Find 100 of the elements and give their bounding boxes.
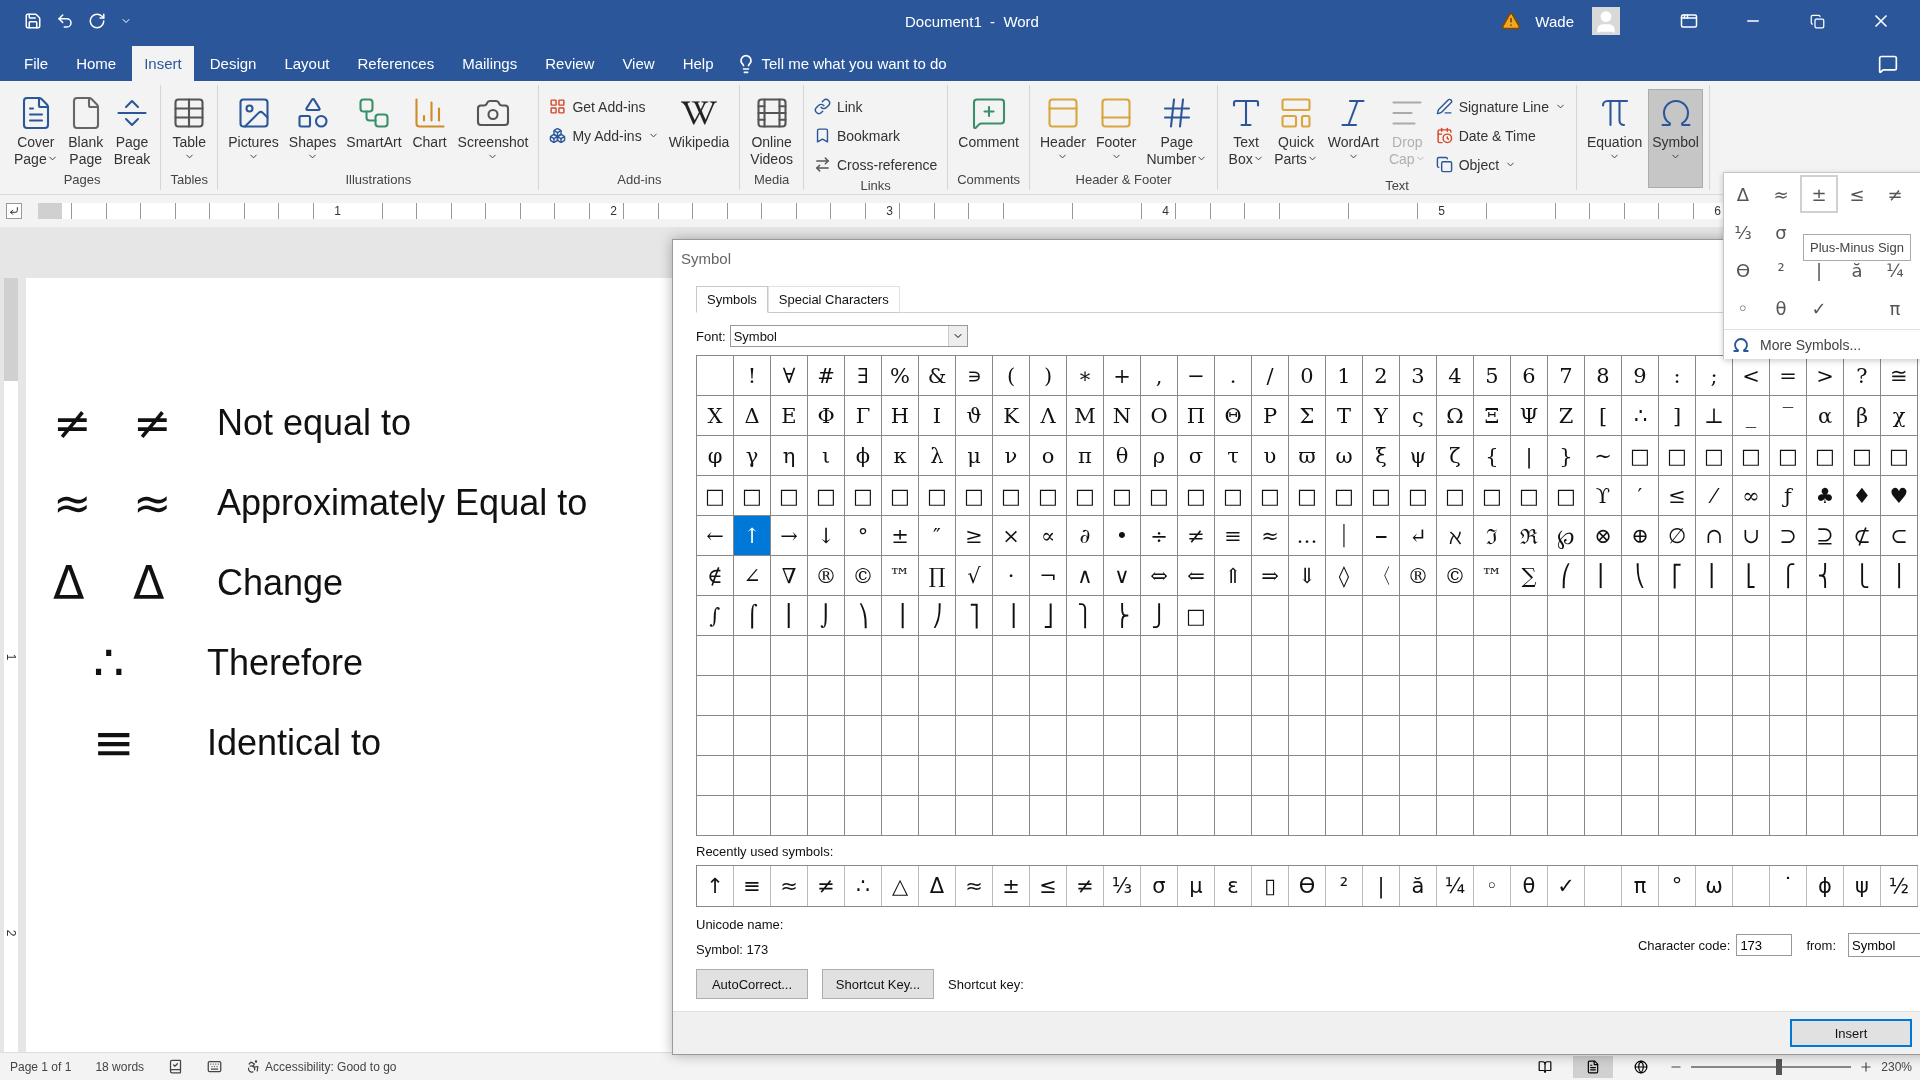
recent-symbol-cell[interactable]: ϕ [1807,866,1844,906]
symbol-cell[interactable]: ∧ [1067,556,1104,596]
symbol-cell[interactable]: □ [1844,436,1881,476]
empty-cell[interactable] [1622,796,1659,836]
empty-cell[interactable] [1067,716,1104,756]
symbol-cell[interactable]: ⎦ [1030,596,1067,636]
recent-symbol-cell[interactable]: μ [1178,866,1215,906]
restore-icon[interactable] [1809,13,1825,29]
empty-cell[interactable] [1881,796,1918,836]
symbol-cell[interactable]: ∪ [1733,516,1770,556]
empty-cell[interactable] [1437,636,1474,676]
empty-cell[interactable] [845,676,882,716]
symbol-cell[interactable]: ≠ [1178,516,1215,556]
symbol-cell[interactable]: √ [956,556,993,596]
empty-cell[interactable] [1844,636,1881,676]
symbol-cell[interactable]: ⎭ [1141,596,1178,636]
menu-tab[interactable]: Review [533,46,607,81]
dialog-tab[interactable]: Special Characters [767,286,900,313]
recent-symbol-cell[interactable]: ψ [1844,866,1881,906]
symbol-cell[interactable]: ≤ [1659,476,1696,516]
symbol-cell[interactable]: □ [845,476,882,516]
symbol-cell[interactable]: ς [1400,396,1437,436]
empty-cell[interactable] [1585,716,1622,756]
symbol-cell[interactable]: ♣ [1807,476,1844,516]
empty-cell[interactable] [1104,796,1141,836]
ribbon-button[interactable]: Header [1036,89,1090,172]
symbol-cell[interactable]: ∨ [1104,556,1141,596]
empty-cell[interactable] [1585,796,1622,836]
empty-cell[interactable] [1659,636,1696,676]
empty-cell[interactable] [1733,676,1770,716]
ribbon-button[interactable]: Object [1431,151,1570,178]
symbol-cell[interactable]: ( [993,356,1030,396]
symbol-cell[interactable]: □ [1104,476,1141,516]
symbol-cell[interactable]: ≈ [1252,516,1289,556]
symbol-cell[interactable]: ℑ [1474,516,1511,556]
empty-cell[interactable] [956,756,993,796]
symbol-cell[interactable]: ° [845,516,882,556]
empty-cell[interactable] [1289,716,1326,756]
gallery-symbol[interactable]: θ [1762,289,1800,327]
empty-cell[interactable] [1104,716,1141,756]
symbol-cell[interactable]: ≡ [1215,516,1252,556]
empty-cell[interactable] [1807,676,1844,716]
symbol-cell[interactable]: − [1178,356,1215,396]
empty-cell[interactable] [1252,676,1289,716]
warning-icon[interactable] [1501,11,1522,31]
symbol-cell[interactable]: ⊥ [1696,396,1733,436]
ribbon-button[interactable]: My Add-ins [545,122,663,149]
symbol-cell[interactable]: ⎬ [1104,596,1141,636]
insert-button[interactable]: Insert [1790,1019,1912,1047]
empty-cell[interactable] [1807,716,1844,756]
empty-cell[interactable] [1326,796,1363,836]
symbol-cell[interactable]: ρ [1141,436,1178,476]
user-name[interactable]: Wade [1535,12,1574,30]
symbol-cell[interactable]: 9 [1622,356,1659,396]
menu-tab[interactable]: Home [64,46,129,81]
symbol-cell[interactable]: ⇓ [1289,556,1326,596]
empty-cell[interactable] [1400,636,1437,676]
empty-cell[interactable] [808,796,845,836]
symbol-cell[interactable]: ∠ [734,556,771,596]
empty-cell[interactable] [1696,716,1733,756]
save-icon[interactable] [24,12,42,30]
symbol-cell[interactable]: ⎞ [845,596,882,636]
symbol-cell[interactable]: ⊂ [1881,516,1918,556]
empty-cell[interactable] [1030,756,1067,796]
empty-cell[interactable] [1807,756,1844,796]
symbol-cell[interactable]: × [993,516,1030,556]
symbol-cell[interactable]: ] [1659,396,1696,436]
ribbon-button[interactable]: Online Videos [746,89,797,172]
symbol-cell[interactable]: + [1104,356,1141,396]
symbol-cell[interactable]: □ [919,476,956,516]
recent-symbol-cell[interactable]: ˙ [1770,866,1807,906]
symbol-cell[interactable]: / [1252,356,1289,396]
empty-cell[interactable] [1437,756,1474,796]
empty-cell[interactable] [1696,756,1733,796]
symbol-cell[interactable]: ∴ [1622,396,1659,436]
empty-cell[interactable] [919,716,956,756]
symbol-cell[interactable]: ω [1326,436,1363,476]
symbol-cell[interactable]: □ [1289,476,1326,516]
empty-cell[interactable] [734,676,771,716]
empty-cell[interactable] [1844,796,1881,836]
recent-symbol-cell[interactable]: ≈ [771,866,808,906]
symbol-cell[interactable]: □ [697,476,734,516]
empty-cell[interactable] [1696,796,1733,836]
symbol-cell[interactable]: ‾ [1770,396,1807,436]
empty-cell[interactable] [1511,756,1548,796]
symbol-cell[interactable]: } [1548,436,1585,476]
empty-cell[interactable] [1141,716,1178,756]
symbol-cell[interactable]: … [1289,516,1326,556]
empty-cell[interactable] [882,796,919,836]
empty-cell[interactable] [1622,636,1659,676]
from-select[interactable]: Symbol [1848,933,1920,957]
menu-tab[interactable]: Help [670,46,726,81]
recent-symbol-cell[interactable]: ↑ [697,866,734,906]
recent-symbol-cell[interactable]: σ [1141,866,1178,906]
symbol-cell[interactable]: Κ [993,396,1030,436]
symbol-cell[interactable]: ⎧ [1770,556,1807,596]
empty-cell[interactable] [1326,716,1363,756]
menu-tab[interactable]: View [610,46,667,81]
recent-symbol-cell[interactable]: ≠ [1067,866,1104,906]
empty-cell[interactable] [1770,676,1807,716]
